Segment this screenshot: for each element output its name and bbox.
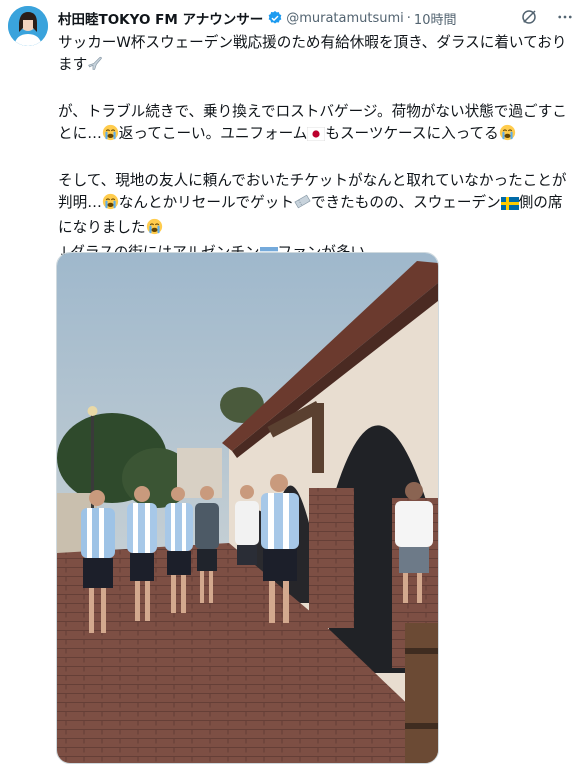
text-segment: もスーツケースに入ってる — [325, 125, 499, 142]
more-icon[interactable] — [556, 8, 574, 30]
separator-dot: · — [406, 10, 411, 26]
grok-icon[interactable] — [520, 8, 538, 30]
text-segment: できたものの、スウェーデン — [310, 194, 501, 211]
post-time[interactable]: 10時間 — [414, 9, 457, 28]
loudly-crying-emoji — [102, 193, 119, 217]
airplane-emoji — [87, 55, 104, 79]
verified-badge-icon — [267, 10, 283, 26]
author-handle[interactable]: @muratamutsumi — [286, 11, 404, 26]
loudly-crying-emoji — [499, 124, 516, 148]
paragraph-1: サッカーW杯スウェーデン戦応援のため有給休暇を頂き、ダラスに着いております — [58, 32, 574, 79]
paragraph-3: そして、現地の友人に頼んでおいたチケットがなんと取れていなかったことが判明… なん… — [58, 170, 574, 242]
sweden-flag-emoji — [500, 195, 519, 217]
paragraph-2: が、トラブル続きで、乗り換えでロストバゲージ。荷物がない状態で過ごすことに… 返っ… — [58, 101, 574, 148]
loudly-crying-emoji — [102, 124, 119, 148]
text-segment: サッカーW杯スウェーデン戦応援のため有給休暇を頂き、ダラスに着いております — [58, 34, 567, 73]
tweet-photo[interactable] — [56, 252, 439, 764]
text-segment: 返ってこーい。ユニフォーム — [118, 125, 308, 142]
tweet-header: 村田睦TOKYO FM アナウンサー @muratamutsumi · 10時間 — [58, 8, 574, 28]
loudly-crying-emoji — [146, 218, 163, 242]
avatar[interactable] — [8, 6, 48, 46]
tweet-text: サッカーW杯スウェーデン戦応援のため有給休暇を頂き、ダラスに着いております が、… — [58, 32, 574, 267]
japan-flag-emoji — [307, 126, 326, 148]
ticket-emoji — [294, 193, 311, 217]
header-actions — [520, 8, 574, 30]
text-segment: なんとかリセールでゲット — [118, 194, 294, 211]
author-name[interactable]: 村田睦TOKYO FM アナウンサー — [58, 8, 263, 28]
tweet[interactable]: 村田睦TOKYO FM アナウンサー @muratamutsumi · 10時間 — [0, 0, 584, 770]
